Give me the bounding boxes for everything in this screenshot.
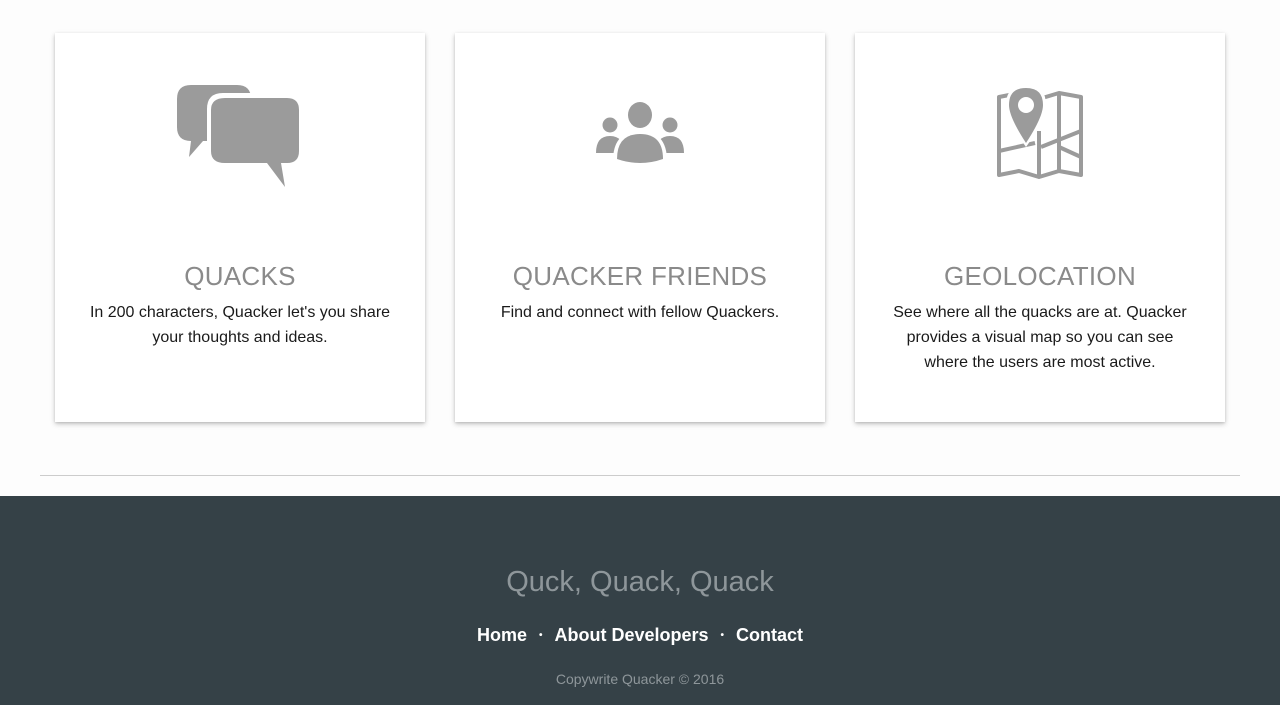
feature-title: QUACKER FRIENDS <box>512 261 768 291</box>
speech-bubbles-icon <box>177 85 303 189</box>
footer-link-about-developers[interactable]: About Developers <box>554 625 708 646</box>
footer-link-contact[interactable]: Contact <box>736 625 803 646</box>
nav-separator: • <box>538 630 543 641</box>
feature-card-geolocation: GEOLOCATION See where all the quacks are… <box>855 33 1225 422</box>
feature-description: In 200 characters, Quacker let's you sha… <box>89 304 391 346</box>
feature-description: See where all the quacks are at. Quacker… <box>893 304 1187 371</box>
footer-title: Quck, Quack, Quack <box>506 566 774 598</box>
map-pin-icon <box>997 85 1083 179</box>
copyright-text: Copywrite Quacker © 2016 <box>555 671 725 687</box>
nav-separator: • <box>720 630 725 641</box>
feature-title: QUACKS <box>184 261 296 291</box>
feature-card-quacks: QUACKS In 200 characters, Quacker let's … <box>55 33 425 422</box>
footer-link-home[interactable]: Home <box>477 625 527 646</box>
feature-description: Find and connect with fellow Quackers. <box>500 304 780 321</box>
section-divider <box>40 475 1240 476</box>
footer-nav: Home • About Developers • Contact <box>0 625 1280 646</box>
feature-card-quacker-friends: QUACKER FRIENDS Find and connect with fe… <box>455 33 825 422</box>
footer: Quck, Quack, Quack Home • About Develope… <box>0 496 1280 705</box>
features-section: QUACKS In 200 characters, Quacker let's … <box>0 0 1280 496</box>
feature-title: GEOLOCATION <box>943 261 1137 291</box>
users-group-icon <box>596 102 684 163</box>
